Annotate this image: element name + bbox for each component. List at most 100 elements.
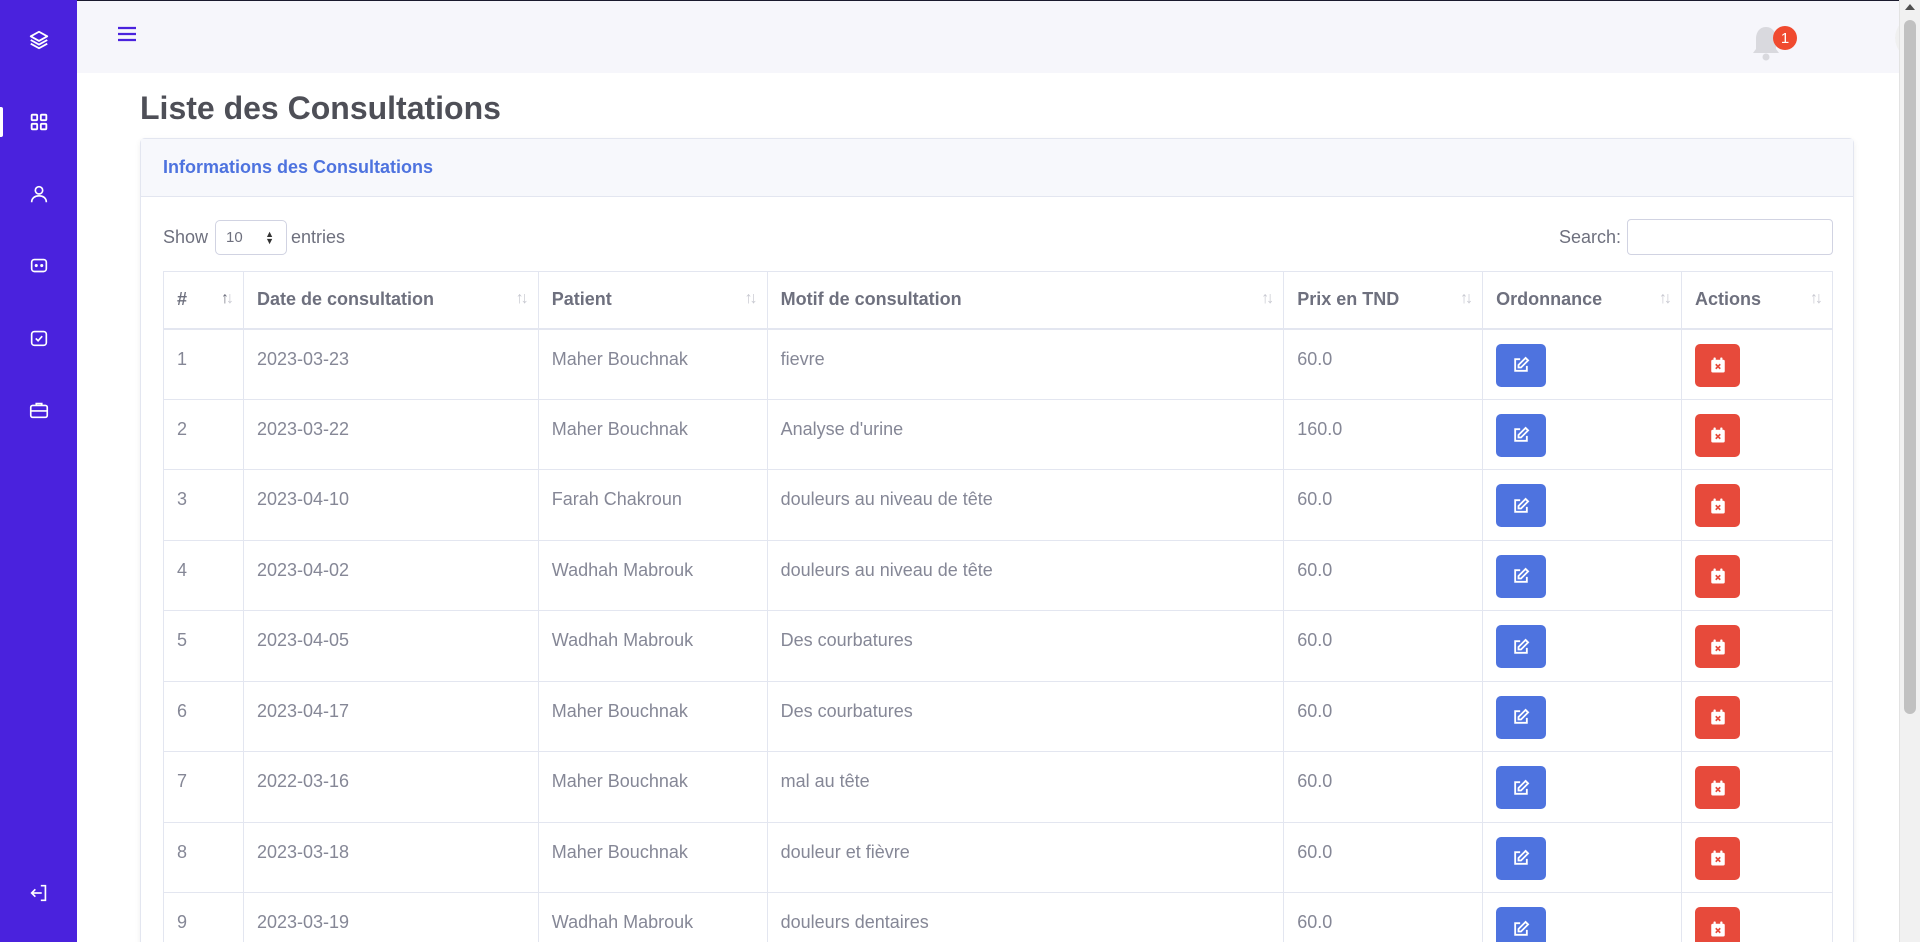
cell-patient: Wadhah Mabrouk: [537, 892, 768, 942]
sidebar-item-patients[interactable]: [0, 169, 77, 219]
cell-ordonnance: [1482, 821, 1682, 893]
user-icon: [30, 185, 47, 203]
calendar-remove-icon: [1710, 709, 1725, 725]
cell-actions: [1681, 751, 1833, 823]
entries-label: entries: [291, 227, 346, 247]
chat-icon: [30, 258, 47, 273]
calendar-remove-icon: [1710, 639, 1725, 654]
edit-ordonnance-button[interactable]: [1496, 907, 1547, 942]
sidebar-item-logout[interactable]: [0, 868, 77, 918]
calendar-check-icon: [30, 330, 47, 347]
edit-ordonnance-button[interactable]: [1496, 343, 1547, 387]
hamburger-icon: [118, 26, 136, 42]
table-row: 7 2022-03-16 Maher Bouchnak mal au tête 60.0: [163, 751, 1833, 823]
entries-length-value: 10: [226, 229, 243, 246]
menu-toggle-button[interactable]: [114, 23, 140, 45]
consultations-table: # ↑↓ Date de consultation ↑↓ Patient ↑↓ Mot…: [163, 271, 1833, 942]
cell-prix: 60.0: [1283, 821, 1484, 893]
table-row: 1 2023-03-23 Maher Bouchnak fievre 60.0: [163, 328, 1833, 400]
cell-prix: 60.0: [1283, 892, 1484, 942]
layers-icon: [29, 30, 48, 50]
column-header-patient[interactable]: Patient ↑↓: [537, 271, 768, 330]
delete-consultation-button[interactable]: [1695, 907, 1740, 942]
cell-id: 9: [163, 892, 244, 942]
column-header-id[interactable]: # ↑↓: [163, 271, 244, 330]
delete-consultation-button[interactable]: [1695, 625, 1740, 668]
cell-prix: 60.0: [1283, 539, 1484, 611]
table-header-row: # ↑↓ Date de consultation ↑↓ Patient ↑↓ Mot…: [163, 271, 1833, 330]
column-header-actions[interactable]: Actions ↑↓: [1681, 271, 1833, 330]
page-scrollbar[interactable]: [1899, 0, 1920, 942]
delete-consultation-button[interactable]: [1695, 484, 1740, 527]
cell-actions: [1681, 821, 1833, 893]
cell-motif: douleur et fièvre: [766, 821, 1285, 893]
show-label: Show: [163, 227, 209, 247]
delete-consultation-button[interactable]: [1695, 413, 1740, 457]
cell-patient: Wadhah Mabrouk: [537, 539, 768, 611]
delete-consultation-button[interactable]: [1695, 836, 1740, 880]
cell-actions: [1681, 892, 1833, 942]
cell-ordonnance: [1482, 751, 1682, 823]
edit-ordonnance-button[interactable]: [1496, 413, 1547, 457]
edit-icon: [1514, 638, 1530, 654]
edit-icon: [1514, 497, 1530, 513]
search-label: Search:: [1559, 227, 1622, 247]
briefcase-icon: [29, 402, 48, 419]
edit-ordonnance-button[interactable]: [1496, 484, 1547, 527]
cell-date: 2023-03-19: [242, 892, 539, 942]
column-header-motif[interactable]: Motif de consultation ↑↓: [766, 271, 1285, 330]
delete-consultation-button[interactable]: [1695, 343, 1740, 387]
column-header-date[interactable]: Date de consultation ↑↓: [242, 271, 539, 330]
column-header-label: Date de consultation: [256, 289, 434, 310]
column-header-label: Ordonnance: [1496, 289, 1603, 310]
edit-ordonnance-button[interactable]: [1496, 836, 1547, 880]
sidebar-item-services[interactable]: [0, 385, 77, 435]
sort-icon: ↑↓: [1810, 290, 1823, 307]
edit-ordonnance-button[interactable]: [1496, 554, 1547, 598]
consultations-card: Informations des Consultations Show 10 ▲…: [140, 138, 1854, 942]
sidebar-item-dashboard[interactable]: [0, 97, 77, 147]
edit-ordonnance-button[interactable]: [1496, 695, 1547, 739]
cell-ordonnance: [1482, 328, 1682, 400]
column-header-ordonnance[interactable]: Ordonnance ↑↓: [1482, 271, 1682, 330]
column-header-label: #: [177, 289, 188, 310]
calendar-remove-icon: [1710, 357, 1725, 373]
cell-id: 5: [163, 610, 244, 682]
column-header-prix[interactable]: Prix en TND ↑↓: [1283, 271, 1484, 330]
sort-icon: ↑↓: [1460, 290, 1473, 307]
delete-consultation-button[interactable]: [1695, 695, 1740, 739]
delete-consultation-button[interactable]: [1695, 554, 1740, 598]
calendar-remove-icon: [1710, 568, 1725, 584]
cell-prix: 60.0: [1283, 469, 1484, 541]
scroll-up-arrow-icon[interactable]: [1905, 4, 1915, 10]
delete-consultation-button[interactable]: [1695, 766, 1740, 809]
card-header: Informations des Consultations: [141, 139, 1853, 197]
sidebar: [0, 0, 77, 942]
scrollbar-thumb[interactable]: [1904, 20, 1916, 714]
table-row: 6 2023-04-17 Maher Bouchnak Des courbatures…: [163, 680, 1833, 752]
entries-length-select[interactable]: 10 ▲ ▼: [215, 220, 287, 255]
sidebar-item-messages[interactable]: [0, 241, 77, 291]
calendar-remove-icon: [1710, 427, 1725, 443]
logout-icon: [29, 884, 46, 902]
cell-date: 2023-04-05: [242, 610, 539, 682]
cell-date: 2023-04-10: [242, 469, 539, 541]
cell-prix: 60.0: [1283, 751, 1484, 823]
search-input[interactable]: [1627, 219, 1833, 255]
edit-ordonnance-button[interactable]: [1496, 766, 1547, 809]
cell-id: 4: [163, 539, 244, 611]
edit-ordonnance-button[interactable]: [1496, 625, 1547, 668]
edit-icon: [1514, 779, 1530, 795]
cell-date: 2023-03-22: [242, 398, 539, 470]
calendar-remove-icon: [1710, 780, 1725, 795]
dashboard-icon: [30, 113, 47, 131]
cell-id: 3: [163, 469, 244, 541]
cell-date: 2023-03-18: [242, 821, 539, 893]
table-row: 2 2023-03-22 Maher Bouchnak Analyse d'urine…: [163, 398, 1833, 470]
sidebar-item-consultations[interactable]: [0, 313, 77, 363]
cell-actions: [1681, 328, 1833, 400]
sidebar-logo[interactable]: [0, 15, 77, 65]
sort-icon: ↑↓: [744, 290, 758, 307]
cell-id: 8: [163, 821, 244, 893]
cell-id: 6: [163, 680, 244, 752]
